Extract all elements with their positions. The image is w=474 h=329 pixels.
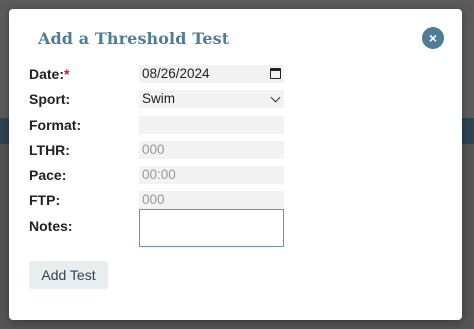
- calendar-icon[interactable]: [270, 68, 281, 79]
- date-input[interactable]: 08/26/2024: [139, 65, 284, 83]
- lthr-label: LTHR:: [29, 142, 70, 158]
- lthr-input[interactable]: 000: [139, 141, 284, 159]
- sport-select[interactable]: Swim: [139, 90, 284, 108]
- pace-label: Pace:: [29, 167, 67, 183]
- dialog-title: Add a Threshold Test: [38, 29, 230, 48]
- format-label: Format:: [29, 117, 82, 133]
- required-marker: *: [64, 66, 70, 82]
- ftp-label: FTP:: [29, 192, 61, 208]
- ftp-row: FTP: 000: [29, 190, 429, 210]
- pace-input[interactable]: 00:00: [139, 166, 284, 184]
- chevron-down-icon: [270, 92, 281, 103]
- close-icon: ×: [428, 30, 438, 46]
- sport-row: Sport: Swim: [29, 89, 429, 109]
- add-test-button[interactable]: Add Test: [29, 261, 108, 289]
- pace-row: Pace: 00:00: [29, 165, 429, 185]
- format-input[interactable]: [139, 116, 284, 134]
- close-button[interactable]: ×: [422, 27, 444, 49]
- sport-label: Sport:: [29, 91, 71, 107]
- ftp-input[interactable]: 000: [139, 191, 284, 209]
- lthr-row: LTHR: 000: [29, 140, 429, 160]
- date-row: Date:* 08/26/2024: [29, 64, 429, 84]
- notes-label: Notes:: [29, 218, 73, 234]
- notes-textarea[interactable]: [139, 209, 284, 247]
- format-row: Format:: [29, 115, 429, 135]
- date-label: Date:*: [29, 66, 70, 82]
